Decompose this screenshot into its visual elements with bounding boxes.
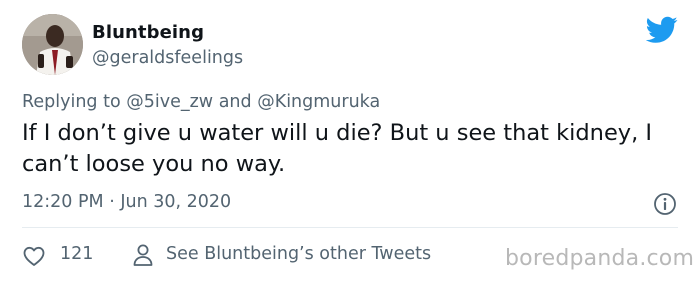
tweet-card: Bluntbeing @geraldsfeelings Replying to … — [0, 0, 700, 282]
tweet-text: If I don’t give u water will u die? But … — [22, 120, 653, 177]
see-other-tweets-link[interactable]: See Bluntbeing’s other Tweets — [166, 244, 431, 264]
divider — [22, 227, 678, 228]
like-count[interactable]: 121 — [60, 244, 93, 264]
user-handle[interactable]: @geraldsfeelings — [92, 48, 243, 68]
watermark: boredpanda.com — [505, 246, 695, 271]
replying-to-line: Replying to @5ive_zw and @Kingmuruka — [22, 92, 380, 112]
replying-to-prefix: Replying to — [22, 92, 121, 112]
avatar-image — [22, 14, 83, 75]
mention-link[interactable]: @Kingmuruka — [257, 92, 380, 112]
display-name[interactable]: Bluntbeing — [92, 22, 204, 43]
avatar[interactable] — [22, 14, 83, 75]
tweet-timestamp[interactable]: 12:20 PM · Jun 30, 2020 — [22, 192, 231, 212]
twitter-bird-icon[interactable] — [646, 16, 678, 44]
info-icon[interactable] — [653, 192, 677, 216]
mention-link[interactable]: @5ive_zw — [126, 92, 213, 112]
heart-icon[interactable] — [22, 244, 46, 268]
person-icon — [133, 244, 153, 266]
replying-to-connector: and — [218, 92, 252, 112]
